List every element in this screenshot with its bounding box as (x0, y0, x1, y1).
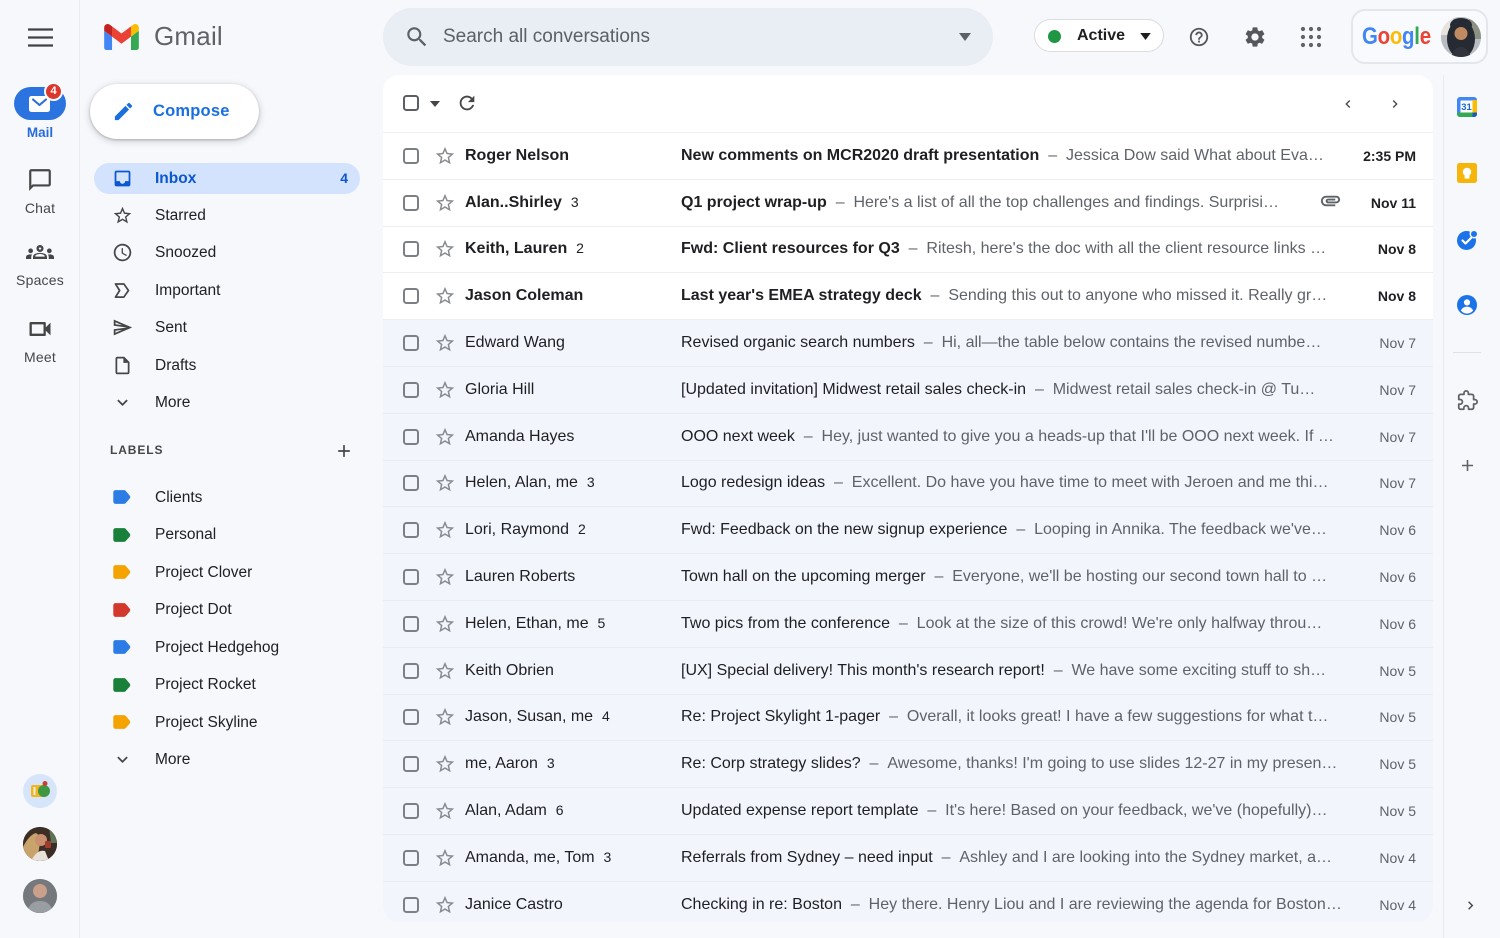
svg-text:31: 31 (1461, 102, 1472, 113)
